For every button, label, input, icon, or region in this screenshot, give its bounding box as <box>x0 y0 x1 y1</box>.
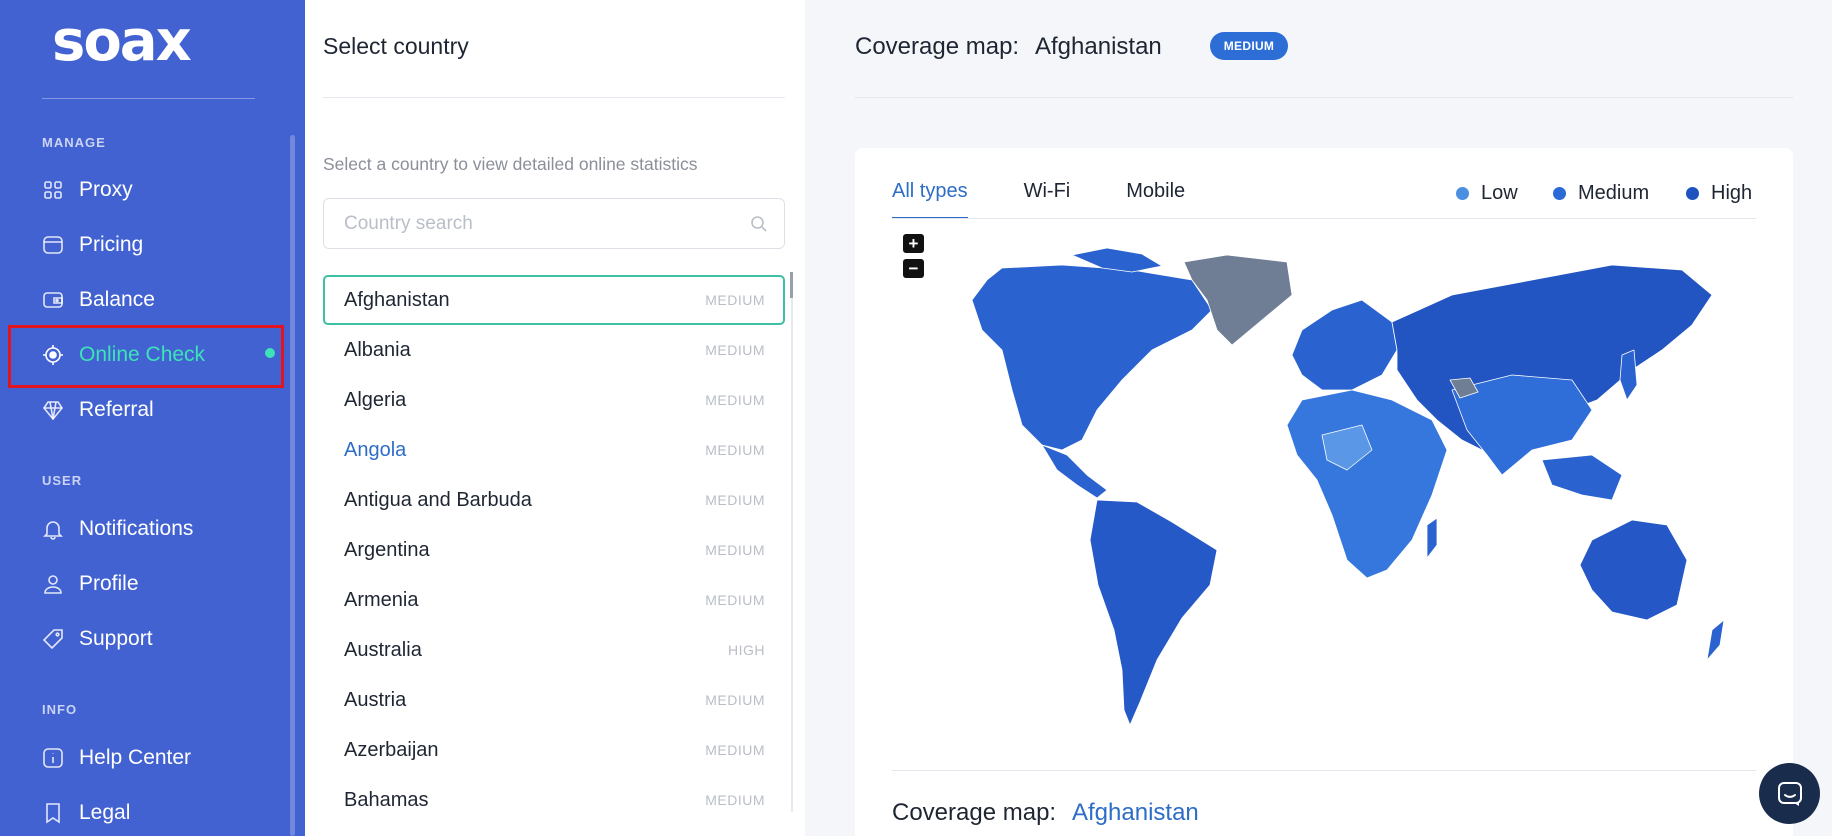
country-panel: Select country Select a country to view … <box>305 0 805 836</box>
bookmark-icon <box>42 802 64 824</box>
country-list-scrollbar[interactable] <box>791 272 793 812</box>
sidebar-item-label: Support <box>79 627 153 650</box>
country-item[interactable]: Armenia MEDIUM <box>323 575 785 625</box>
logo-divider <box>42 98 255 99</box>
panel-title: Select country <box>323 33 469 59</box>
coverage-map-footer-label: Coverage map: <box>892 799 1057 826</box>
tab-wifi[interactable]: Wi-Fi <box>1024 180 1071 219</box>
sidebar-item-notifications[interactable]: Notifications <box>42 514 193 544</box>
sidebar-item-pricing[interactable]: Pricing <box>42 230 143 260</box>
country-search-input[interactable]: Country search <box>323 198 785 249</box>
search-placeholder: Country search <box>344 213 473 234</box>
japan-region <box>1619 349 1638 401</box>
ticket-icon <box>42 628 64 650</box>
section-title-user: USER <box>42 473 83 488</box>
connection-type-tabs: All types Wi-Fi Mobile <box>892 180 1241 219</box>
coverage-map-label: Coverage map: <box>855 33 1020 60</box>
country-item[interactable]: Afghanistan MEDIUM <box>323 275 785 325</box>
bell-icon <box>42 518 64 540</box>
new-zealand-region <box>1706 619 1725 661</box>
legend-dot-icon <box>1456 187 1469 200</box>
coverage-level-badge: MEDIUM <box>1210 32 1288 60</box>
grid-icon <box>42 179 64 201</box>
australia-region <box>1579 519 1688 621</box>
tab-mobile[interactable]: Mobile <box>1126 180 1185 219</box>
chat-icon <box>1777 781 1802 806</box>
sidebar-item-proxy[interactable]: Proxy <box>42 175 133 205</box>
country-item[interactable]: Angola MEDIUM <box>323 425 785 475</box>
world-coverage-map[interactable] <box>892 240 1756 740</box>
tag-icon <box>42 234 64 256</box>
country-item[interactable]: Bahamas MEDIUM <box>323 775 785 825</box>
country-list-scroll-thumb[interactable] <box>790 272 793 298</box>
legend-dot-icon <box>1686 187 1699 200</box>
south-america-region <box>1089 499 1218 726</box>
sidebar-item-label: Legal <box>79 801 131 824</box>
legend-high: High <box>1686 182 1752 205</box>
soax-logo[interactable]: soax <box>52 14 192 70</box>
country-list: Afghanistan MEDIUM Albania MEDIUM Algeri… <box>323 275 785 825</box>
tab-all-types[interactable]: All types <box>892 180 968 219</box>
info-icon <box>42 747 64 769</box>
sidebar-item-balance[interactable]: Balance <box>42 285 155 315</box>
country-item[interactable]: Australia HIGH <box>323 625 785 675</box>
north-america-region <box>971 264 1213 451</box>
section-title-manage: MANAGE <box>42 135 106 150</box>
sidebar-item-referral[interactable]: Referral <box>42 395 154 425</box>
country-item[interactable]: Austria MEDIUM <box>323 675 785 725</box>
country-item[interactable]: Argentina MEDIUM <box>323 525 785 575</box>
sidebar-scrollbar[interactable] <box>290 135 295 836</box>
wallet-icon <box>42 289 64 311</box>
madagascar-region <box>1426 517 1438 559</box>
tabs-divider <box>892 218 1756 219</box>
coverage-map-country: Afghanistan <box>1035 33 1162 60</box>
southeast-asia-region <box>1541 454 1623 501</box>
sidebar: soax MANAGE Proxy Pricing Balance Online… <box>0 0 305 836</box>
sidebar-item-label: Pricing <box>79 233 144 256</box>
panel-divider <box>323 97 785 98</box>
sidebar-item-label: Referral <box>79 398 154 421</box>
sidebar-item-support[interactable]: Support <box>42 624 153 654</box>
highlight-box <box>8 325 284 388</box>
section-title-info: INFO <box>42 702 78 717</box>
sidebar-item-label: Profile <box>79 572 139 595</box>
diamond-icon <box>42 399 64 421</box>
sidebar-item-help-center[interactable]: Help Center <box>42 743 191 773</box>
legend-dot-icon <box>1553 187 1566 200</box>
central-america-region <box>1041 444 1108 499</box>
search-icon <box>751 216 767 232</box>
africa-region <box>1286 389 1448 579</box>
coverage-map-footer-country[interactable]: Afghanistan <box>1072 799 1199 827</box>
legend-low: Low <box>1456 182 1518 205</box>
sidebar-item-label: Help Center <box>79 746 192 769</box>
panel-hint: Select a country to view detailed online… <box>323 154 698 174</box>
country-item[interactable]: Azerbaijan MEDIUM <box>323 725 785 775</box>
sidebar-item-label: Notifications <box>79 517 194 540</box>
sidebar-item-label: Proxy <box>79 178 133 201</box>
country-item[interactable]: Antigua and Barbuda MEDIUM <box>323 475 785 525</box>
chat-button[interactable] <box>1759 763 1820 824</box>
country-item[interactable]: Albania MEDIUM <box>323 325 785 375</box>
user-icon <box>42 573 64 595</box>
country-item[interactable]: Algeria MEDIUM <box>323 375 785 425</box>
map-bottom-divider <box>892 770 1756 771</box>
legend-medium: Medium <box>1553 182 1649 205</box>
sidebar-item-label: Balance <box>79 288 155 311</box>
sidebar-item-profile[interactable]: Profile <box>42 569 139 599</box>
sidebar-item-legal[interactable]: Legal <box>42 798 130 828</box>
europe-region <box>1291 299 1398 391</box>
header-divider <box>855 97 1793 98</box>
